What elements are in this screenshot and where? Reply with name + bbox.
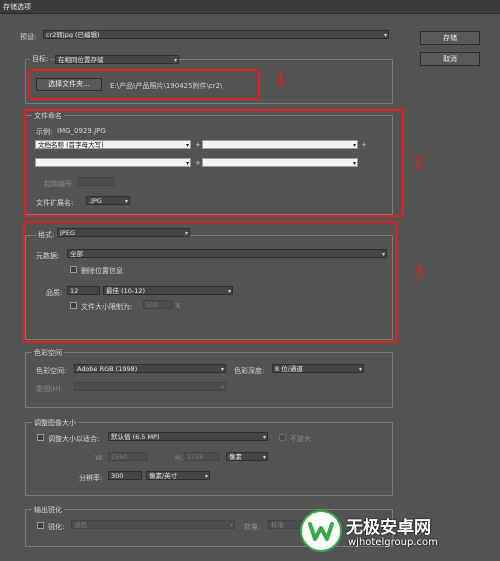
resize-title: 调整图像大小 [32,418,78,428]
chevron-down-icon: ▾ [220,384,224,391]
sharpen-select[interactable]: 滤色 ▾ [71,520,235,529]
sharpen-checkbox[interactable] [37,522,44,529]
color-depth-label: 色彩深度: [234,367,265,375]
chevron-down-icon: ▾ [220,366,224,373]
sharpen-value: 滤色 [74,521,87,529]
sharpen-title: 输出锐化 [32,505,64,515]
unit-value: 像素 [229,453,242,461]
color-space-group: 色彩空间 [25,348,393,408]
resolution-unit-value: 像素/英寸 [149,472,178,480]
no-enlarge-checkbox[interactable] [279,434,286,441]
watermark-url: wjhotelgroup.com [348,537,438,548]
chevron-down-icon: ▾ [262,454,266,461]
resolution-input[interactable]: 300 [108,471,142,480]
preset-select[interactable]: cr2转jpg (已编辑) ▾ [43,30,389,39]
chevron-down-icon: ▾ [383,32,387,39]
chevron-down-icon: ▾ [358,366,362,373]
intent-select[interactable]: ▾ [74,382,226,391]
sharpen-amount-label: 数量: [244,523,261,531]
resize-fit-label: 调整大小以适合: [48,435,100,443]
annotation-number-3: 3 [413,263,424,283]
annotation-number-2: 2 [413,153,424,173]
preset-value: cr2转jpg (已编辑) [46,31,100,39]
color-depth-value: 8 位/通道 [275,365,303,373]
resolution-label: 分辨率: [79,474,103,482]
annotation-box-1 [28,69,260,100]
no-enlarge-label: 不放大 [290,435,311,443]
height-label: H: [175,454,183,462]
color-depth-select[interactable]: 8 位/通道 ▾ [272,364,364,373]
annotation-box-3 [23,221,397,343]
destination-select[interactable]: 在相同位置存储 ▾ [55,55,179,64]
width-label: W: [95,454,104,462]
sharpen-amount-select[interactable]: 标准 [268,520,302,529]
intent-label: 意图(H): [36,385,64,393]
resolution-unit-select[interactable]: 像素/英寸 ▾ [146,471,210,480]
watermark-logo-icon [300,510,342,552]
preset-label: 预设: [20,33,37,41]
height-input[interactable]: 1728 [184,452,220,461]
chevron-down-icon: ▾ [262,434,266,441]
annotation-number-1: 1 [275,70,286,90]
resize-fit-select[interactable]: 默认值 (6.5 MP) ▾ [108,432,268,441]
resize-fit-value: 默认值 (6.5 MP) [111,433,160,441]
sharpen-amount-value: 标准 [271,521,284,529]
color-space-label: 色彩空间: [36,367,67,375]
chevron-down-icon: ▾ [204,473,208,480]
color-space-value: Adobe RGB (1998) [77,365,138,373]
save-button[interactable]: 存储 [420,31,480,45]
cancel-button[interactable]: 取消 [420,52,480,66]
chevron-down-icon: ▾ [229,522,233,529]
window-title: 存储选项 [3,3,31,11]
sharpen-label: 锐化: [48,523,65,531]
destination-value: 在相同位置存储 [58,56,104,64]
width-input[interactable]: 2560 [108,452,148,461]
destination-label: 目标: [30,54,51,64]
color-space-select[interactable]: Adobe RGB (1998) ▾ [74,364,226,373]
annotation-box-2 [24,109,404,217]
title-bar: 存储选项 [0,0,500,14]
unit-select[interactable]: 像素 ▾ [226,452,268,461]
watermark: 无极安卓网 wjhotelgroup.com [300,510,490,554]
color-space-title: 色彩空间 [32,348,64,358]
watermark-brand: 无极安卓网 [346,518,431,538]
resize-checkbox[interactable] [37,434,44,441]
chevron-down-icon: ▾ [173,57,177,64]
